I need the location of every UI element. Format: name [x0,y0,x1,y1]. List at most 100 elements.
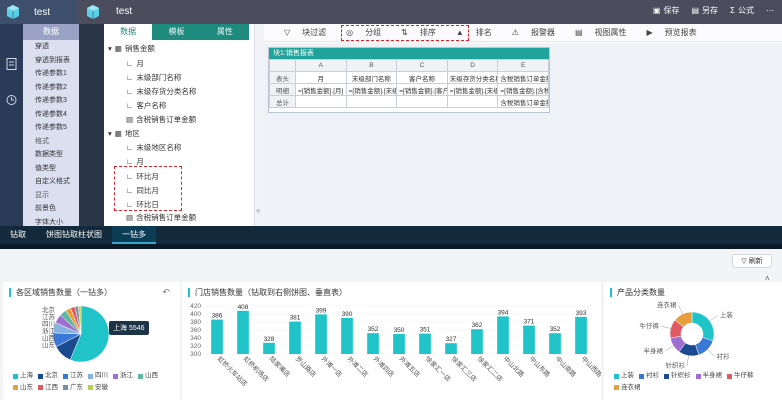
grid-cell[interactable] [446,95,499,108]
preview-button[interactable]: ▶ 预览报表 [637,27,697,38]
tree-node-sales[interactable]: ▾ ▦ 销售金额 [108,43,155,54]
tab-property[interactable]: 属性 [201,24,249,40]
collapse-left-icon[interactable]: « [256,206,260,215]
legend-item[interactable]: 江苏 [63,371,83,381]
legend-item[interactable]: 针织衫 [664,371,691,381]
clock-icon[interactable] [6,94,17,106]
property-row[interactable]: 传递参数3 [23,94,79,108]
cube-logo-icon [82,1,104,23]
grid-cell[interactable]: =[销售金额].[末级 [345,83,398,96]
grid-cell[interactable]: =[销售金额].[末级 [446,83,499,96]
property-row[interactable]: 前景色 [23,202,79,216]
col-letter[interactable]: A [295,59,347,72]
grid-cell[interactable]: 末级存货分类名称 [446,71,499,84]
legend-item[interactable]: 四川 [88,371,108,381]
x-tick-label: 外滩五店 [398,354,423,379]
legend-label: 北京 [45,372,58,379]
tab-template[interactable]: 模板 [152,24,200,40]
document-icon[interactable] [6,58,17,70]
legend-item[interactable]: 山东 [13,383,33,393]
grid-cell[interactable]: 客户名称 [396,71,448,84]
tab-drill[interactable]: 钻取 [0,226,36,244]
report-block[interactable]: 块1:销售报表 A B C D E 表头 月 末级部门名称 客户名称 末级存货分… [268,47,550,113]
tree-field[interactable]: ∟ 末级部门名称 [126,72,181,83]
grid-cell[interactable]: 末级部门名称 [345,71,398,84]
side-strip [79,24,104,226]
save-as-button[interactable]: ▤ 另存 [691,5,718,16]
grid-cell[interactable]: 月 [295,71,347,84]
legend-item[interactable]: 半身裙 [695,371,722,381]
legend-item[interactable]: 安徽 [88,383,108,393]
property-row[interactable]: 穿透 [23,40,79,54]
property-row[interactable]: 数据类型 [23,148,79,162]
refresh-button[interactable]: ▽ 刷新 [732,254,772,268]
tab-data[interactable]: 数据 [104,24,153,40]
tree-field[interactable]: ∟ 末级地区名称 [126,142,181,153]
legend-item[interactable]: 牛仔裤 [727,371,754,381]
tree-field[interactable]: ∟ 末级存货分类名称 [126,86,196,97]
dimension-icon: ∟ [126,101,134,110]
product-donut-chart[interactable]: 上装衬衫针织衫半身裙 牛仔裤 连衣裙 [604,296,782,372]
grid-cell[interactable]: 含税销售订单金额 [497,95,549,108]
pie-label: 针织衫 [665,361,685,370]
legend-item[interactable]: 山西 [138,371,158,381]
filter-icon: ▽ [741,258,747,265]
view-props-button[interactable]: ▤ 视图属性 [565,27,627,38]
pie-label: 半身裙 [643,346,663,355]
property-row[interactable]: 传递参数2 [23,81,79,95]
legend-item[interactable]: 上海 [13,371,33,381]
tab-one-drill-many[interactable]: 一钻多 [112,226,156,244]
product-donut-panel: 产品分类数量 上装 衬衫 针织衫 半身裙 牛仔裤 连衣裙 上装 衬衫 针织衫 半身裙 牛仔裤 连衣裙 [604,282,782,400]
col-letter[interactable]: B [345,59,398,72]
more-button[interactable]: ⋯ [766,5,774,16]
grid-cell[interactable]: =[销售金额].[客户 [396,83,448,96]
region-pie-chart[interactable]: 北京江苏四川浙江山西山东 [3,296,180,372]
tree-field[interactable]: ▤ 含税销售订单金额 [126,114,196,125]
legend-item[interactable]: 广东 [63,383,83,393]
block-filter-button[interactable]: ▽ 块过滤 [274,27,326,38]
property-row[interactable]: 传递参数5 [23,121,79,135]
save-button[interactable]: ▣ 保存 [653,5,680,16]
legend-swatch [614,373,619,379]
row-label[interactable]: 表头 [269,71,296,84]
row-label[interactable]: 总计 [269,95,296,108]
pie-leader-line [709,314,719,322]
col-letter[interactable]: E [497,59,549,72]
grid-cell[interactable]: =[销售金额].[月] [295,83,347,96]
grid-cell[interactable]: =[销售金额].[含税 [497,83,549,96]
tree-node-region[interactable]: ▾ ▦ 地区 [108,128,140,139]
collapse-icon[interactable]: ▾ [108,44,112,53]
bar [237,310,249,354]
store-bar-chart[interactable]: 300320340360380400420386虹桥火车站店408虹桥机场店32… [182,296,601,400]
formula-button[interactable]: Σ 公式 [730,5,754,16]
property-row[interactable]: 自定义格式 [23,175,79,189]
col-letter[interactable]: C [396,59,448,72]
legend-item[interactable]: 连衣裙 [614,383,641,393]
grid-cell[interactable] [396,95,448,108]
legend-item[interactable]: 浙江 [113,371,133,381]
property-row[interactable]: 值类型 [23,162,79,176]
tree-field[interactable]: ∟ 月 [126,58,144,69]
grid-cell[interactable]: 含税销售订单金额 [497,71,549,84]
legend-item[interactable]: 衬衫 [639,371,659,381]
grid-cell[interactable] [295,95,347,108]
collapse-icon[interactable]: ▾ [108,129,112,138]
pie-leader-line [678,304,683,315]
pie-label: 山东 [42,340,56,349]
legend-item[interactable]: 江西 [38,383,58,393]
alarm-button[interactable]: ⚠ 报警器 [502,27,555,38]
tab-pie-drill-bar[interactable]: 饼图钻取柱状图 [36,226,112,244]
col-letter[interactable]: D [446,59,499,72]
pie-leader-line [664,345,674,352]
legend-item[interactable]: 上装 [614,371,634,381]
row-label[interactable]: 明细 [269,83,296,96]
property-row[interactable]: 传递参数4 [23,108,79,122]
tree-field[interactable]: ∟ 客户名称 [126,100,166,111]
bar-value-label: 351 [420,327,431,334]
collapse-divider[interactable]: « [254,24,264,226]
tree-field[interactable]: ▤ 含税销售订单金额 [126,212,196,223]
property-row[interactable]: 传递参数1 [23,67,79,81]
grid-cell[interactable] [345,95,398,108]
property-row[interactable]: 穿透到报表 [23,54,79,68]
legend-item[interactable]: 北京 [38,371,58,381]
